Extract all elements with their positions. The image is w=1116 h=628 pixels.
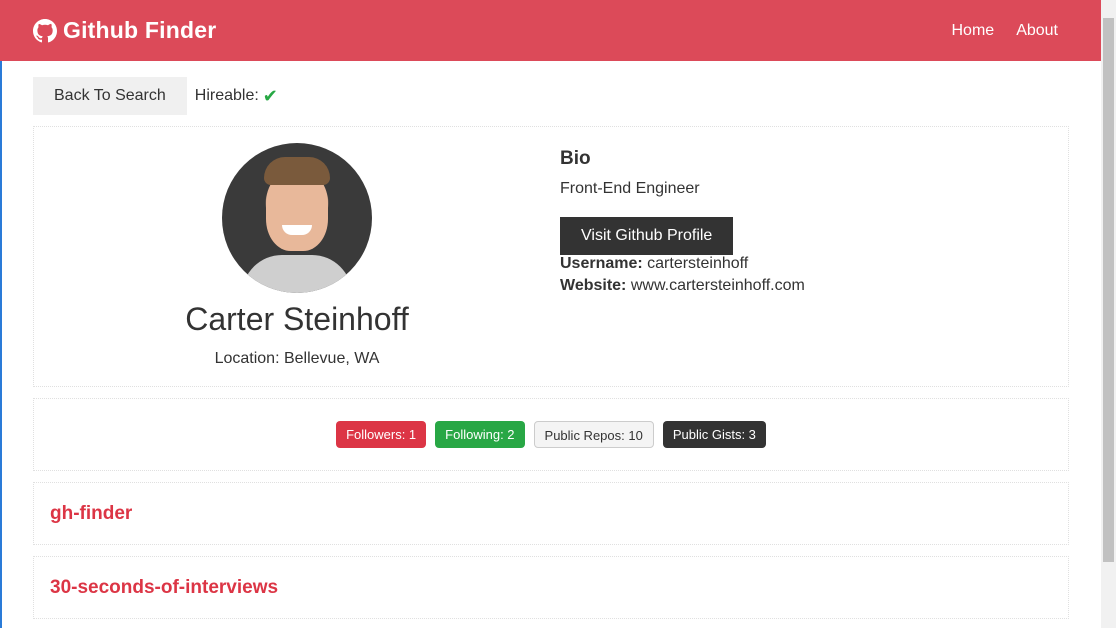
- username-value: cartersteinhoff: [647, 255, 749, 272]
- website-label: Website:: [560, 277, 627, 294]
- repo-link[interactable]: gh-finder: [50, 503, 132, 525]
- scrollbar-thumb[interactable]: [1103, 18, 1114, 562]
- repo-link[interactable]: 30-seconds-of-interviews: [50, 577, 278, 599]
- avatar: [222, 143, 372, 293]
- hireable-status: Hireable: ✔: [195, 86, 278, 107]
- profile-summary: Carter Steinhoff Location: Bellevue, WA: [34, 127, 560, 386]
- username-label: Username:: [560, 255, 643, 272]
- repo-item: 30-seconds-of-interviews: [33, 556, 1069, 619]
- following-badge: Following: 2: [435, 421, 525, 448]
- profile-card: Carter Steinhoff Location: Bellevue, WA …: [33, 126, 1069, 387]
- window-edge: [0, 61, 2, 628]
- nav-about-link[interactable]: About: [1016, 22, 1058, 40]
- hireable-label: Hireable:: [194, 87, 259, 104]
- scrollbar[interactable]: [1101, 0, 1116, 628]
- username-row: Username: cartersteinhoff: [560, 255, 805, 273]
- brand-title: Github Finder: [63, 17, 217, 43]
- stats-card: Followers: 1 Following: 2 Public Repos: …: [33, 398, 1069, 471]
- check-icon: ✔: [262, 85, 278, 106]
- main-content: Back To Search Hireable: ✔ Carter Steinh…: [33, 77, 1069, 619]
- nav-home-link[interactable]: Home: [952, 22, 995, 40]
- visit-github-profile-button[interactable]: Visit Github Profile: [560, 217, 734, 255]
- nav-links: Home About: [952, 22, 1059, 40]
- profile-location: Location: Bellevue, WA: [214, 350, 380, 367]
- website-row: Website: www.cartersteinhoff.com: [560, 277, 805, 295]
- followers-badge: Followers: 1: [336, 421, 427, 448]
- public-gists-badge: Public Gists: 3: [662, 421, 766, 448]
- bio-heading: Bio: [560, 148, 591, 169]
- profile-name: Carter Steinhoff: [185, 301, 409, 337]
- public-repos-badge: Public Repos: 10: [533, 421, 654, 448]
- github-icon: [33, 18, 57, 42]
- bio-text: Front-End Engineer: [560, 180, 700, 197]
- navbar: Github Finder Home About: [0, 0, 1101, 61]
- website-value: www.cartersteinhoff.com: [630, 277, 805, 294]
- brand[interactable]: Github Finder: [33, 17, 216, 44]
- back-to-search-button[interactable]: Back To Search: [33, 77, 187, 115]
- profile-details: Bio Front-End Engineer Visit Github Prof…: [560, 127, 805, 386]
- repo-item: gh-finder: [33, 482, 1069, 545]
- top-row: Back To Search Hireable: ✔: [33, 77, 1069, 115]
